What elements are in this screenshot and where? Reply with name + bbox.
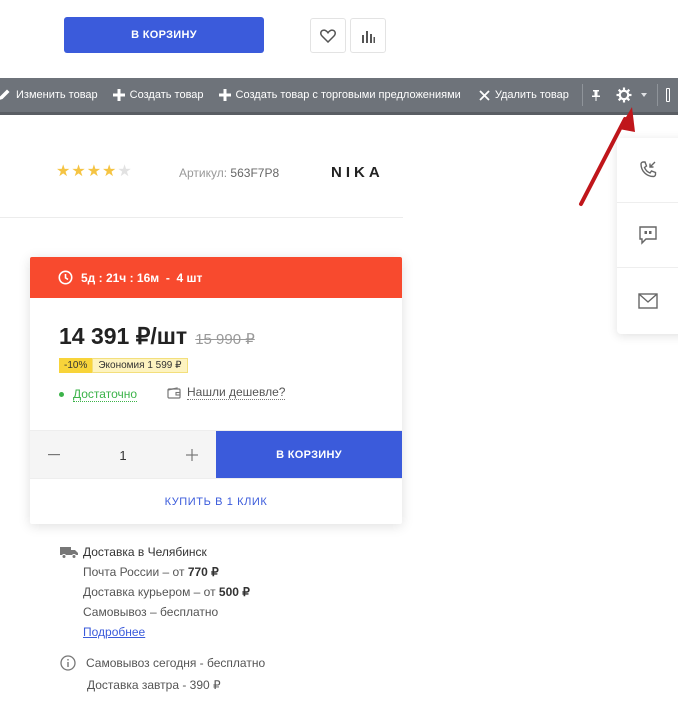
contact-side-panel [617, 138, 678, 334]
pickup-today-text: Самовывоз сегодня - бесплатно [86, 656, 266, 670]
discount-badge: -10% [59, 358, 93, 373]
plus-icon [112, 89, 125, 101]
sku-label: Артикул: [179, 166, 228, 180]
delivery-method: Почта России [83, 565, 160, 579]
decrease-quantity-button[interactable] [44, 445, 64, 465]
chevron-down-icon [640, 93, 647, 97]
wishlist-button[interactable] [310, 18, 346, 53]
heart-icon [320, 28, 336, 43]
sku: Артикул: 563F7P8 [179, 166, 279, 180]
feedback-button[interactable] [617, 203, 678, 268]
toolbar-divider [581, 84, 583, 106]
current-price: 14 391 ₽/шт [59, 323, 188, 349]
sku-value: 563F7P8 [230, 166, 280, 180]
delivery-price: бесплатно [160, 605, 219, 619]
delivery-sep: – от [190, 585, 219, 599]
add-to-cart-button[interactable]: В КОРЗИНУ [216, 431, 402, 479]
delivery-info: Доставка в Челябинск Почта России – от 7… [60, 545, 250, 639]
delivery-title-text: Доставка в Челябинск [83, 545, 207, 559]
delete-product-button[interactable]: Удалить товар [479, 89, 578, 101]
create-product-button[interactable]: Создать товар [112, 89, 213, 101]
star-icon: ★ [102, 163, 117, 180]
old-price: 15 990 ₽ [195, 331, 255, 348]
star-icon: ★ [86, 163, 102, 180]
delivery-method: Самовывоз [83, 605, 147, 619]
pencil-icon [0, 89, 10, 100]
delivery-tomorrow-text: Доставка завтра - 390 ₽ [87, 678, 221, 692]
pickup-today: Самовывоз сегодня - бесплатно [60, 655, 265, 671]
delivery-line-pickup: Самовывоз – бесплатно [83, 605, 250, 619]
purchase-row: 1 В КОРЗИНУ [30, 430, 402, 479]
bar-chart-icon [362, 30, 375, 43]
email-button[interactable] [617, 268, 678, 333]
divider [0, 217, 403, 218]
clock-icon [58, 270, 73, 285]
promo-timer: 5д : 21ч : 16м - 4 шт [30, 257, 402, 298]
stock-status: Достаточно [59, 387, 138, 402]
delivery-price: 770 ₽ [187, 565, 219, 579]
quantity-value[interactable]: 1 [119, 448, 126, 463]
create-product-offers-button[interactable]: Создать товар с торговыми предложениями [218, 89, 470, 101]
stock-dot-icon [59, 392, 64, 397]
create-product-label: Создать товар [129, 89, 204, 101]
toolbar-divider [656, 84, 658, 106]
discount-badges: -10% Экономия 1 599 ₽ [59, 358, 188, 373]
saving-badge: Экономия 1 599 ₽ [92, 358, 188, 373]
delivery-method: Доставка курьером [83, 585, 191, 599]
delivery-line-courier: Доставка курьером – от 500 ₽ [83, 585, 250, 599]
brand-logo[interactable]: NIKA [331, 164, 384, 181]
gear-icon [616, 87, 632, 103]
timer-text: 5д : 21ч : 16м - 4 шт [81, 270, 203, 285]
chat-quote-icon [639, 226, 657, 245]
star-icon: ★ [117, 163, 132, 180]
delivery-price: 500 ₽ [218, 585, 250, 599]
pickup-info: Самовывоз сегодня - бесплатно Доставка з… [60, 655, 265, 692]
rating-stars: ★ ★ ★ ★ ★ [56, 164, 132, 180]
phone-callback-icon [640, 161, 657, 178]
wallet-icon [167, 386, 181, 399]
toolbar-handle-icon[interactable] [665, 88, 670, 102]
quantity-stepper: 1 [30, 431, 216, 479]
found-cheaper-label: Нашли дешевле? [187, 385, 286, 400]
plus-icon [218, 89, 231, 101]
delivery-sep: – от [159, 565, 188, 579]
delivery-line-post: Почта России – от 770 ₽ [83, 565, 250, 579]
minus-icon [48, 454, 60, 456]
stock-text[interactable]: Достаточно [73, 387, 138, 402]
truck-icon [60, 547, 78, 559]
pin-icon [591, 90, 600, 101]
close-icon [479, 89, 490, 101]
star-icon: ★ [71, 163, 86, 180]
delete-product-label: Удалить товар [494, 89, 569, 101]
buy-one-click-button[interactable]: КУПИТЬ В 1 КЛИК [30, 478, 402, 524]
offer-card: 5д : 21ч : 16м - 4 шт 14 391 ₽/шт 15 990… [30, 257, 402, 524]
top-add-to-cart-button[interactable]: В КОРЗИНУ [64, 17, 264, 53]
plus-icon [185, 449, 198, 461]
delivery-more-link[interactable]: Подробнее [83, 625, 145, 639]
delivery-title: Доставка в Челябинск [60, 545, 250, 559]
settings-button[interactable] [616, 87, 655, 103]
create-product-offers-label: Создать товар с торговыми предложениями [235, 89, 461, 101]
found-cheaper-link[interactable]: Нашли дешевле? [167, 385, 286, 400]
delivery-sep: – [146, 605, 161, 619]
compare-button[interactable] [350, 18, 386, 53]
star-icon: ★ [56, 163, 71, 180]
envelope-icon [638, 292, 658, 309]
edit-product-label: Изменить товар [16, 89, 98, 101]
pin-button[interactable] [591, 89, 616, 101]
price-row: 14 391 ₽/шт 15 990 ₽ [59, 323, 255, 350]
edit-product-button[interactable]: Изменить товар [0, 88, 107, 102]
info-icon [60, 655, 76, 671]
increase-quantity-button[interactable] [182, 445, 202, 465]
callback-button[interactable] [617, 138, 678, 203]
